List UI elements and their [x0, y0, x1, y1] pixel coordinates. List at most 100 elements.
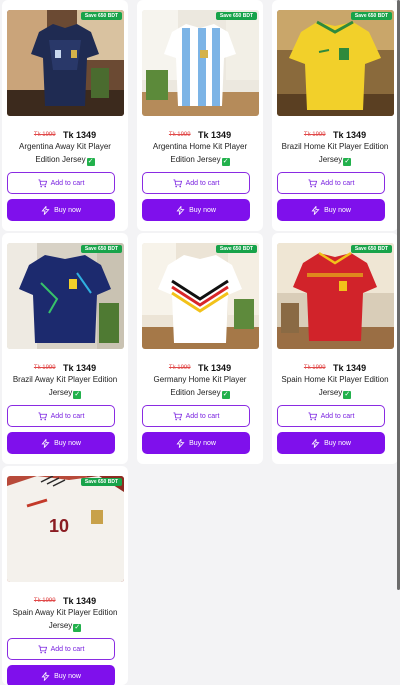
product-card: Save 650 BDT Tk 1999 Tk 1349 Argentina A…: [2, 0, 128, 231]
cart-icon: [308, 411, 317, 420]
product-title-text: Germany Home Kit Player Edition Jersey: [153, 375, 247, 397]
product-card: Save 650 BDT Tk 1999 Tk 1349 Spain Home …: [272, 233, 398, 464]
old-price: Tk 1999: [168, 131, 191, 138]
add-to-cart-button[interactable]: Add to cart: [7, 405, 115, 427]
discount-badge: Save 650 BDT: [80, 245, 122, 253]
check-icon: ✓: [343, 391, 352, 399]
product-title[interactable]: Argentina Away Kit Player Edition Jersey…: [8, 140, 122, 166]
product-title-text: Brazil Away Kit Player Edition Jersey: [12, 375, 118, 397]
new-price: Tk 1349: [63, 595, 97, 606]
buy-now-label: Buy now: [324, 206, 351, 214]
new-price: Tk 1349: [198, 129, 232, 140]
svg-text:10: 10: [49, 516, 69, 536]
lightning-icon: [41, 671, 50, 681]
discount-badge: Save 650 BDT: [215, 245, 257, 253]
product-title[interactable]: Spain Away Kit Player Edition Jersey ✓: [8, 606, 122, 632]
product-card: Save 650 BDT Tk 1999 Tk 1349 Germany Hom…: [137, 233, 263, 464]
lightning-icon: [176, 205, 185, 215]
add-to-cart-label: Add to cart: [50, 412, 85, 420]
cart-icon: [308, 178, 317, 187]
add-to-cart-button[interactable]: Add to cart: [7, 172, 115, 194]
check-icon: ✓: [86, 158, 95, 166]
old-price: Tk 1999: [168, 364, 191, 371]
buy-now-button[interactable]: Buy now: [277, 199, 385, 221]
discount-badge: Save 650 BDT: [80, 478, 122, 486]
product-image[interactable]: Save 650 BDT: [7, 10, 124, 116]
buy-now-button[interactable]: Buy now: [277, 432, 385, 454]
product-title-text: Argentina Home Kit Player Edition Jersey: [152, 142, 248, 164]
old-price: Tk 1999: [33, 597, 56, 604]
product-grid: Save 650 BDT Tk 1999 Tk 1349 Argentina A…: [0, 0, 400, 685]
lightning-icon: [176, 438, 185, 448]
discount-badge: Save 650 BDT: [350, 12, 392, 20]
check-icon: ✓: [73, 624, 82, 632]
new-price: Tk 1349: [333, 129, 367, 140]
add-to-cart-button[interactable]: Add to cart: [7, 638, 115, 660]
buy-now-button[interactable]: Buy now: [142, 432, 250, 454]
buy-now-label: Buy now: [54, 206, 81, 214]
old-price: Tk 1999: [303, 364, 326, 371]
product-card: 10 Save 650 BDT Tk 1999 Tk 1349 Spain Aw…: [2, 466, 128, 685]
product-title[interactable]: Germany Home Kit Player Edition Jersey ✓: [143, 373, 257, 399]
product-image[interactable]: Save 650 BDT: [277, 243, 394, 349]
product-image[interactable]: 10 Save 650 BDT: [7, 476, 124, 582]
discount-badge: Save 650 BDT: [80, 12, 122, 20]
buy-now-button[interactable]: Buy now: [7, 199, 115, 221]
old-price: Tk 1999: [33, 131, 56, 138]
check-icon: ✓: [343, 158, 352, 166]
product-title-text: Spain Home Kit Player Edition Jersey: [281, 375, 389, 397]
product-title-text: Argentina Away Kit Player Edition Jersey: [19, 142, 111, 164]
lightning-icon: [311, 205, 320, 215]
add-to-cart-label: Add to cart: [320, 412, 355, 420]
add-to-cart-button[interactable]: Add to cart: [277, 405, 385, 427]
add-to-cart-label: Add to cart: [50, 179, 85, 187]
add-to-cart-label: Add to cart: [320, 179, 355, 187]
check-icon: ✓: [221, 391, 230, 399]
check-icon: ✓: [73, 391, 82, 399]
cart-icon: [38, 644, 47, 653]
product-title[interactable]: Spain Home Kit Player Edition Jersey ✓: [278, 373, 392, 399]
new-price: Tk 1349: [198, 362, 232, 373]
old-price: Tk 1999: [33, 364, 56, 371]
product-title[interactable]: Argentina Home Kit Player Edition Jersey…: [143, 140, 257, 166]
buy-now-button[interactable]: Buy now: [142, 199, 250, 221]
cart-icon: [173, 178, 182, 187]
product-image[interactable]: Save 650 BDT: [142, 243, 259, 349]
cart-icon: [38, 411, 47, 420]
buy-now-label: Buy now: [189, 439, 216, 447]
product-card: Save 650 BDT Tk 1999 Tk 1349 Brazil Home…: [272, 0, 398, 231]
buy-now-label: Buy now: [324, 439, 351, 447]
add-to-cart-button[interactable]: Add to cart: [277, 172, 385, 194]
check-icon: ✓: [221, 158, 230, 166]
buy-now-label: Buy now: [189, 206, 216, 214]
buy-now-button[interactable]: Buy now: [7, 665, 115, 685]
product-title[interactable]: Brazil Home Kit Player Edition Jersey ✓: [278, 140, 392, 166]
new-price: Tk 1349: [333, 362, 367, 373]
lightning-icon: [311, 438, 320, 448]
cart-icon: [173, 411, 182, 420]
product-image[interactable]: Save 650 BDT: [7, 243, 124, 349]
product-image[interactable]: Save 650 BDT: [142, 10, 259, 116]
add-to-cart-button[interactable]: Add to cart: [142, 405, 250, 427]
cart-icon: [38, 178, 47, 187]
product-card: Save 650 BDT Tk 1999 Tk 1349 Brazil Away…: [2, 233, 128, 464]
add-to-cart-button[interactable]: Add to cart: [142, 172, 250, 194]
buy-now-label: Buy now: [54, 672, 81, 680]
new-price: Tk 1349: [63, 362, 97, 373]
buy-now-label: Buy now: [54, 439, 81, 447]
add-to-cart-label: Add to cart: [185, 412, 220, 420]
product-card: Save 650 BDT Tk 1999 Tk 1349 Argentina H…: [137, 0, 263, 231]
add-to-cart-label: Add to cart: [185, 179, 220, 187]
product-title-text: Brazil Home Kit Player Edition Jersey: [281, 142, 389, 164]
product-title-text: Spain Away Kit Player Edition Jersey: [12, 608, 118, 630]
discount-badge: Save 650 BDT: [350, 245, 392, 253]
buy-now-button[interactable]: Buy now: [7, 432, 115, 454]
lightning-icon: [41, 438, 50, 448]
lightning-icon: [41, 205, 50, 215]
product-image[interactable]: Save 650 BDT: [277, 10, 394, 116]
product-title[interactable]: Brazil Away Kit Player Edition Jersey ✓: [8, 373, 122, 399]
old-price: Tk 1999: [303, 131, 326, 138]
add-to-cart-label: Add to cart: [50, 645, 85, 653]
new-price: Tk 1349: [63, 129, 97, 140]
discount-badge: Save 650 BDT: [215, 12, 257, 20]
